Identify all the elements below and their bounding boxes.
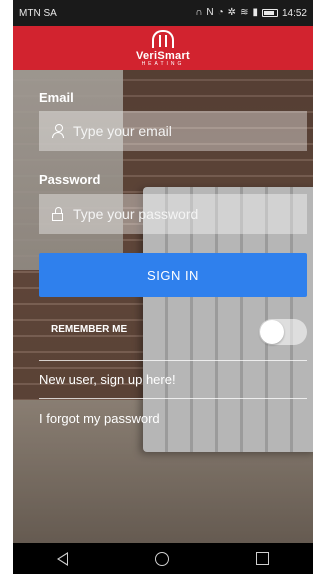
user-icon [49, 124, 67, 138]
status-icons: ∩ Ν ◔ ✲ ≋ ▮ 14:52 [195, 8, 307, 19]
nfc-icon: Ν [206, 7, 214, 18]
headphones-icon: ∩ [195, 7, 203, 18]
password-label: Password [39, 172, 101, 187]
back-icon[interactable] [56, 551, 68, 566]
remember-me-label: REMEMBER ME [51, 324, 128, 335]
wifi-icon: ≋ [240, 7, 249, 18]
radiator-logo-icon [152, 29, 174, 48]
status-bar: MTN SA ∩ Ν ◔ ✲ ≋ ▮ 14:52 [13, 0, 313, 26]
divider [39, 360, 307, 361]
email-field[interactable]: Type your email [39, 111, 307, 151]
password-placeholder: Type your password [73, 206, 199, 222]
carrier-label: MTN SA [19, 7, 57, 19]
sign-in-button[interactable]: SIGN IN [39, 253, 307, 297]
signup-link[interactable]: New user, sign up here! [39, 372, 176, 387]
battery-icon [261, 9, 278, 17]
brand-subtitle: HEATING [141, 60, 185, 67]
settings-icon: ✲ [227, 7, 237, 18]
signal-icon: ▮ [252, 7, 258, 18]
email-label: Email [39, 90, 74, 105]
login-background: Email Type your email Password Type your… [13, 70, 313, 543]
lock-icon [49, 207, 67, 221]
clock: 14:52 [281, 7, 307, 19]
divider [39, 398, 307, 399]
phone-screen: MTN SA ∩ Ν ◔ ✲ ≋ ▮ 14:52 VeriSmart HEATI… [13, 0, 313, 574]
android-nav-bar [13, 543, 313, 574]
email-placeholder: Type your email [73, 123, 172, 139]
recents-icon[interactable] [256, 552, 270, 565]
app-header: VeriSmart HEATING [13, 26, 313, 70]
home-icon[interactable] [154, 551, 169, 566]
forgot-password-link[interactable]: I forgot my password [39, 411, 160, 426]
alarm-icon: ◔ [217, 7, 224, 18]
password-field[interactable]: Type your password [39, 194, 307, 234]
remember-me-toggle[interactable] [259, 319, 307, 345]
